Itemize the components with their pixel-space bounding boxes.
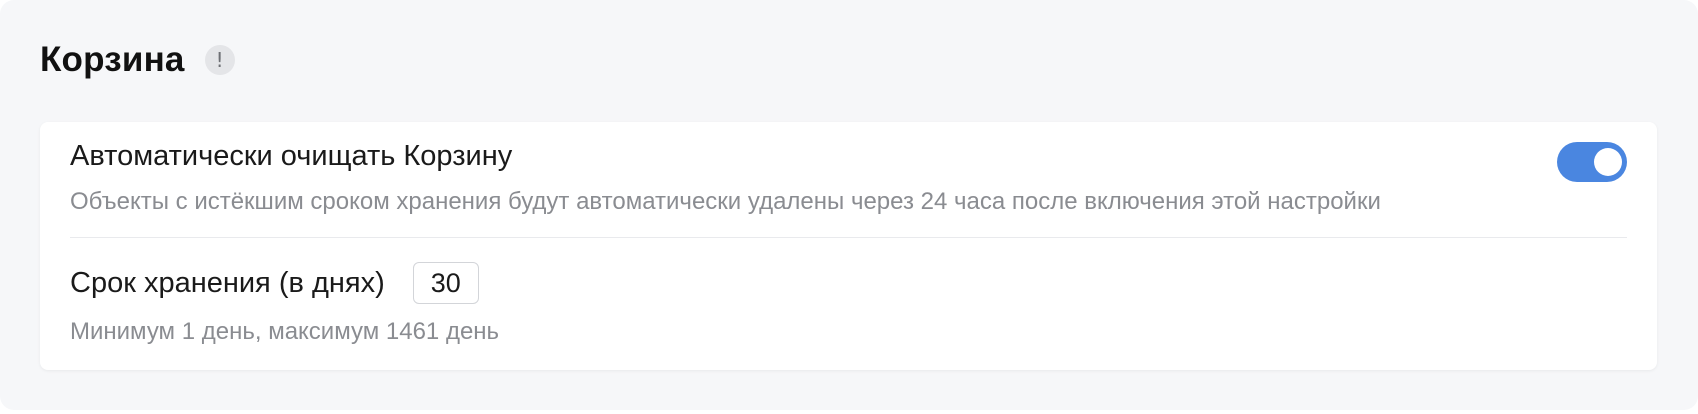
section-header: Корзина ! (40, 38, 235, 82)
trash-settings-panel: Корзина ! Автоматически очищать Корзину … (0, 0, 1698, 410)
settings-card: Автоматически очищать Корзину Объекты с … (40, 122, 1657, 370)
divider (70, 237, 1627, 238)
section-title: Корзина (40, 40, 185, 79)
toggle-knob (1594, 148, 1622, 176)
auto-clean-toggle[interactable] (1557, 142, 1627, 182)
auto-clean-label: Автоматически очищать Корзину (70, 140, 513, 172)
auto-clean-description: Объекты с истёкшим сроком хранения будут… (70, 188, 1381, 215)
exclamation-icon[interactable]: ! (204, 45, 235, 75)
retention-days-input[interactable] (412, 262, 479, 304)
retention-hint: Минимум 1 день, максимум 1461 день (70, 318, 500, 345)
retention-label: Срок хранения (в днях) (70, 266, 385, 299)
retention-row: Срок хранения (в днях) (70, 260, 479, 306)
